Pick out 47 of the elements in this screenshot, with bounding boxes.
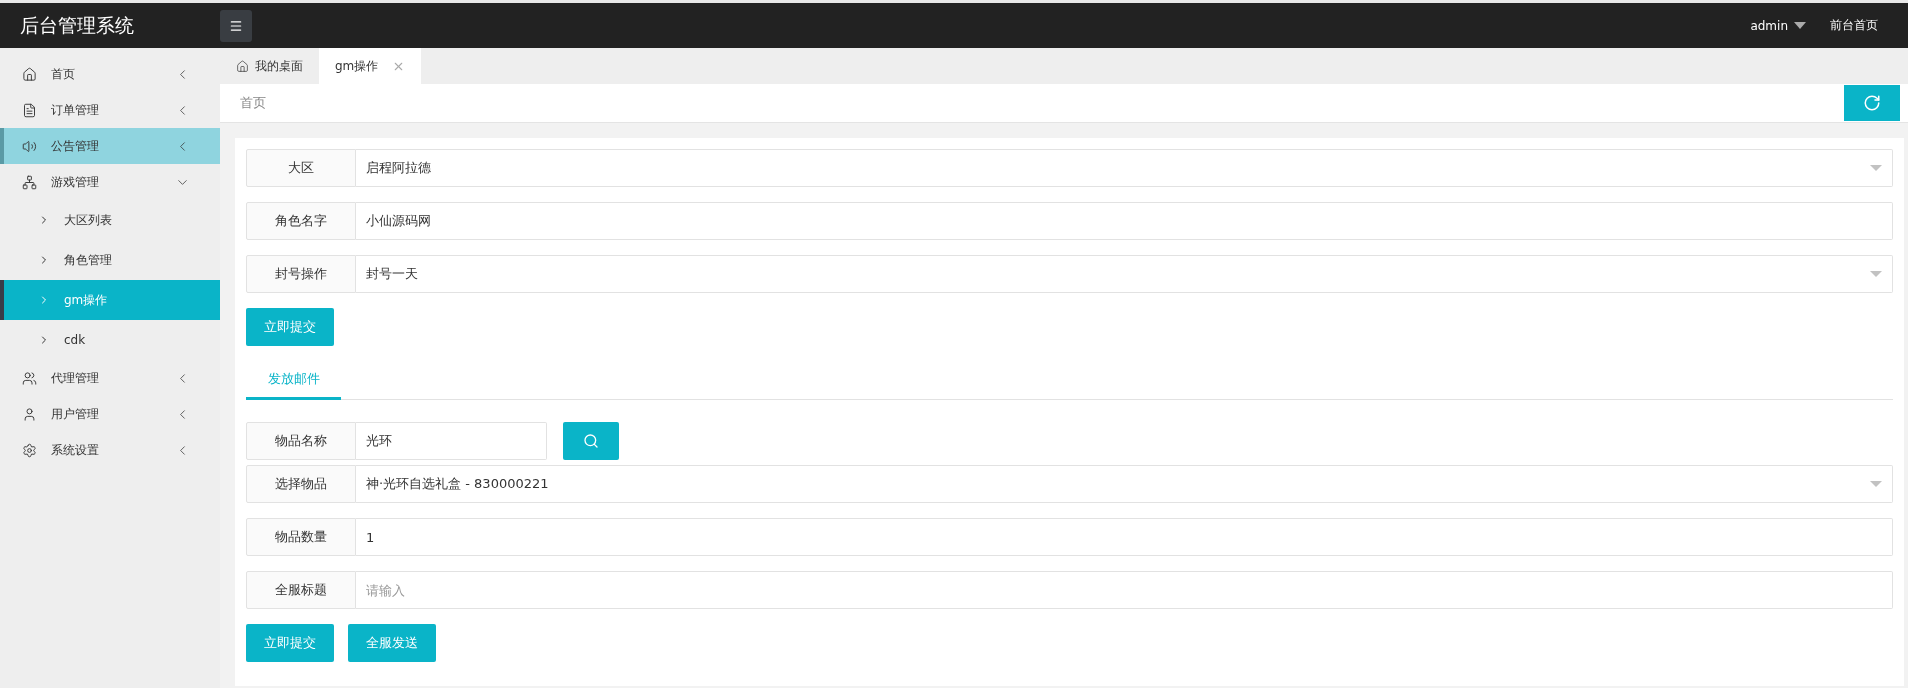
caret-icon <box>1870 271 1882 277</box>
front-page-link[interactable]: 前台首页 <box>1830 17 1878 34</box>
sidebar-subitem[interactable]: cdk <box>0 320 220 360</box>
sidebar-subitem[interactable]: 角色管理 <box>0 240 220 280</box>
field-label: 物品数量 <box>246 518 356 556</box>
input-field[interactable]: 小仙源码网 <box>356 202 1893 240</box>
app-title: 后台管理系统 <box>19 12 135 38</box>
menu-item-icon <box>22 138 37 154</box>
sidebar-item[interactable]: 游戏管理 <box>0 164 220 200</box>
sidebar-item[interactable]: 公告管理 <box>0 128 220 164</box>
sidebar-subitem[interactable]: 大区列表 <box>0 200 220 240</box>
field-label: 物品名称 <box>246 422 356 460</box>
caret-icon <box>1870 481 1882 487</box>
sidebar-item[interactable]: 订单管理 <box>0 92 220 128</box>
field-label: 选择物品 <box>246 465 356 503</box>
menu-item-icon <box>22 174 37 190</box>
sidebar-item[interactable]: 代理管理 <box>0 360 220 396</box>
search-button[interactable] <box>563 422 619 460</box>
refresh-icon <box>1863 94 1881 112</box>
user-menu[interactable]: admin <box>1750 18 1806 33</box>
sidebar-item[interactable]: 系统设置 <box>0 432 220 468</box>
search-icon <box>583 433 599 449</box>
menu-item-icon <box>22 406 37 422</box>
page-tab[interactable]: 我的桌面 <box>220 48 319 84</box>
field-label: 全服标题 <box>246 571 356 609</box>
menu-button[interactable] <box>220 9 252 42</box>
menu-item-icon <box>22 66 37 82</box>
refresh-button[interactable] <box>1844 85 1900 121</box>
menu-icon <box>229 18 243 33</box>
select-field[interactable]: 启程阿拉德 <box>356 149 1893 187</box>
input-field[interactable]: 光环 <box>356 422 547 460</box>
sidebar-item[interactable]: 首页 <box>0 56 220 92</box>
menu-item-icon <box>22 102 37 118</box>
input-field[interactable]: 1 <box>356 518 1893 556</box>
breadcrumb[interactable]: 首页 <box>240 94 266 112</box>
caret-icon <box>1870 165 1882 171</box>
field-label: 角色名字 <box>246 202 356 240</box>
home-icon <box>236 59 249 73</box>
menu-item-icon <box>22 442 37 458</box>
select-field[interactable]: 封号一天 <box>356 255 1893 293</box>
page-tab[interactable]: gm操作 <box>319 48 422 84</box>
field-label: 封号操作 <box>246 255 356 293</box>
sidebar-item[interactable]: 用户管理 <box>0 396 220 432</box>
input-field[interactable]: 请输入 <box>356 571 1893 609</box>
select-field[interactable]: 神·光环自选礼盒 - 830000221 <box>356 465 1893 503</box>
menu-item-icon <box>22 370 37 386</box>
field-label: 大区 <box>246 149 356 187</box>
